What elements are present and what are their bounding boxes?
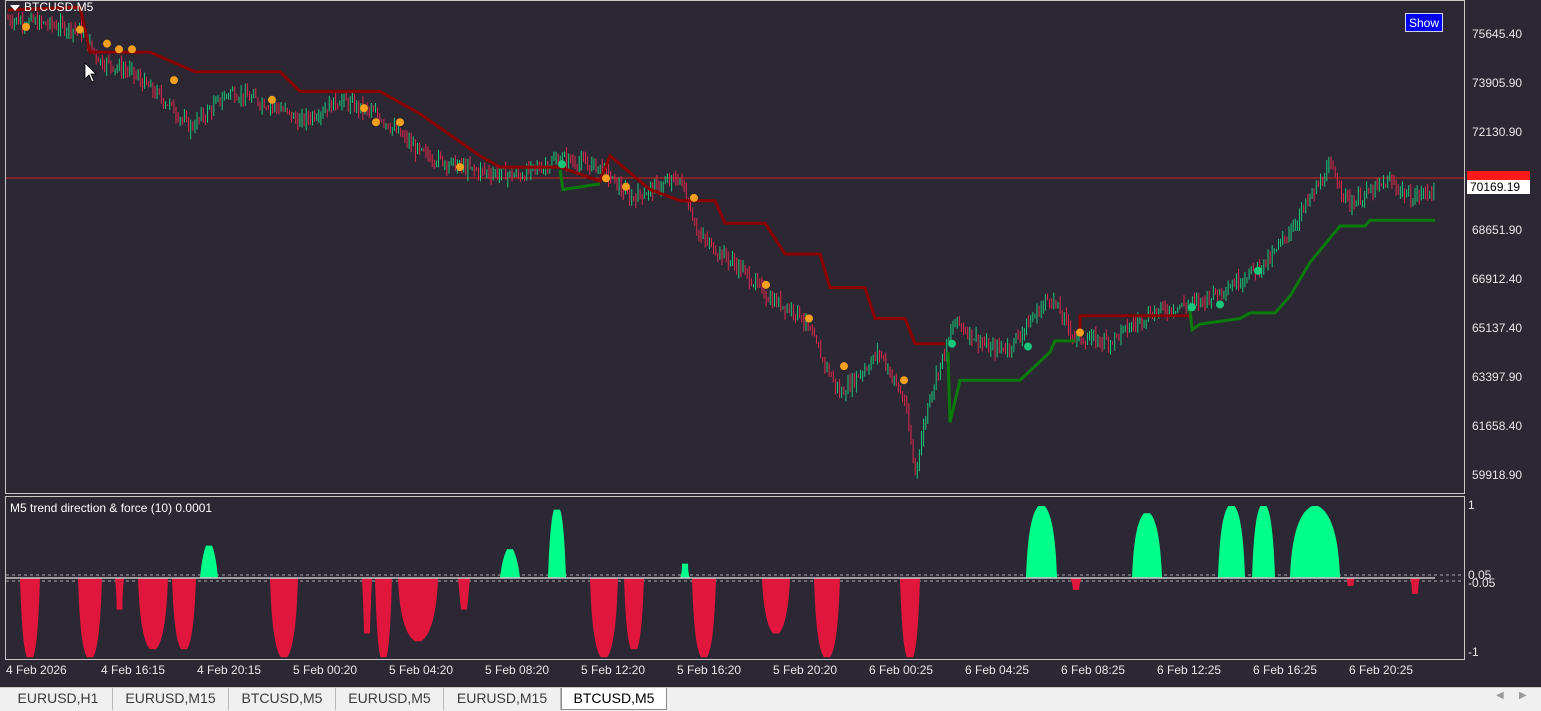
bid-price-tag: 70169.19 xyxy=(1467,180,1530,194)
price-axis-label: 75645.40 xyxy=(1472,27,1523,41)
price-axis-label: 61658.40 xyxy=(1472,419,1523,433)
price-axis-label: 72130.90 xyxy=(1472,125,1523,139)
time-axis-label: 6 Feb 08:25 xyxy=(1061,663,1126,677)
tab-btcusd-m5[interactable]: BTCUSD,M5 xyxy=(229,688,336,710)
price-axis-label: 68651.90 xyxy=(1472,223,1523,237)
tab-btcusd-m5-active[interactable]: BTCUSD,M5 xyxy=(561,688,667,710)
time-axis-label: 6 Feb 04:25 xyxy=(965,663,1030,677)
indicator-axis-bottom: -1 xyxy=(1468,645,1479,659)
time-axis-label: 4 Feb 2026 xyxy=(6,663,67,677)
time-axis-label: 6 Feb 00:25 xyxy=(869,663,934,677)
time-axis-label: 5 Feb 00:20 xyxy=(293,663,358,677)
time-axis-label: 4 Feb 20:15 xyxy=(197,663,262,677)
indicator-title: M5 trend direction & force (10) 0.0001 xyxy=(10,501,213,515)
tab-scroll-left-icon[interactable]: ◀ xyxy=(1496,690,1504,701)
tab-eurusd-h1[interactable]: EURUSD,H1 xyxy=(4,688,113,710)
tab-eurusd-m15-2[interactable]: EURUSD,M15 xyxy=(444,688,561,710)
symbol-label: BTCUSD.M5 xyxy=(24,0,94,14)
price-axis-label: 59918.90 xyxy=(1472,468,1523,482)
symbol-title[interactable]: BTCUSD.M5 xyxy=(10,0,93,14)
indicator-axis-top: 1 xyxy=(1468,498,1475,512)
indicator-axis-lower-level: -0.05 xyxy=(1468,576,1496,590)
show-button[interactable]: Show xyxy=(1405,13,1443,32)
time-axis-label: 6 Feb 16:25 xyxy=(1253,663,1318,677)
tab-eurusd-m15[interactable]: EURUSD,M15 xyxy=(113,688,229,710)
indicator-pane[interactable] xyxy=(5,496,1465,660)
main-chart-pane[interactable] xyxy=(5,0,1465,494)
time-axis-label: 5 Feb 08:20 xyxy=(485,663,550,677)
time-axis-label: 5 Feb 16:20 xyxy=(677,663,742,677)
chart-tab-bar: EURUSD,H1 EURUSD,M15 BTCUSD,M5 EURUSD,M5… xyxy=(0,687,1541,711)
dropdown-triangle-icon[interactable] xyxy=(10,4,20,11)
time-axis-label: 4 Feb 16:15 xyxy=(101,663,166,677)
price-axis-label: 66912.40 xyxy=(1472,272,1523,286)
price-axis-label: 73905.90 xyxy=(1472,76,1523,90)
tab-eurusd-m5[interactable]: EURUSD,M5 xyxy=(336,688,444,710)
time-axis-label: 6 Feb 20:25 xyxy=(1349,663,1414,677)
tab-scroll-right-icon[interactable]: ▶ xyxy=(1519,690,1527,701)
time-axis-label: 6 Feb 12:25 xyxy=(1157,663,1222,677)
price-axis-label: 63397.90 xyxy=(1472,370,1523,384)
price-axis-label: 65137.40 xyxy=(1472,321,1523,335)
time-axis-label: 5 Feb 12:20 xyxy=(581,663,646,677)
time-axis-label: 5 Feb 04:20 xyxy=(389,663,454,677)
time-axis-label: 5 Feb 20:20 xyxy=(773,663,838,677)
